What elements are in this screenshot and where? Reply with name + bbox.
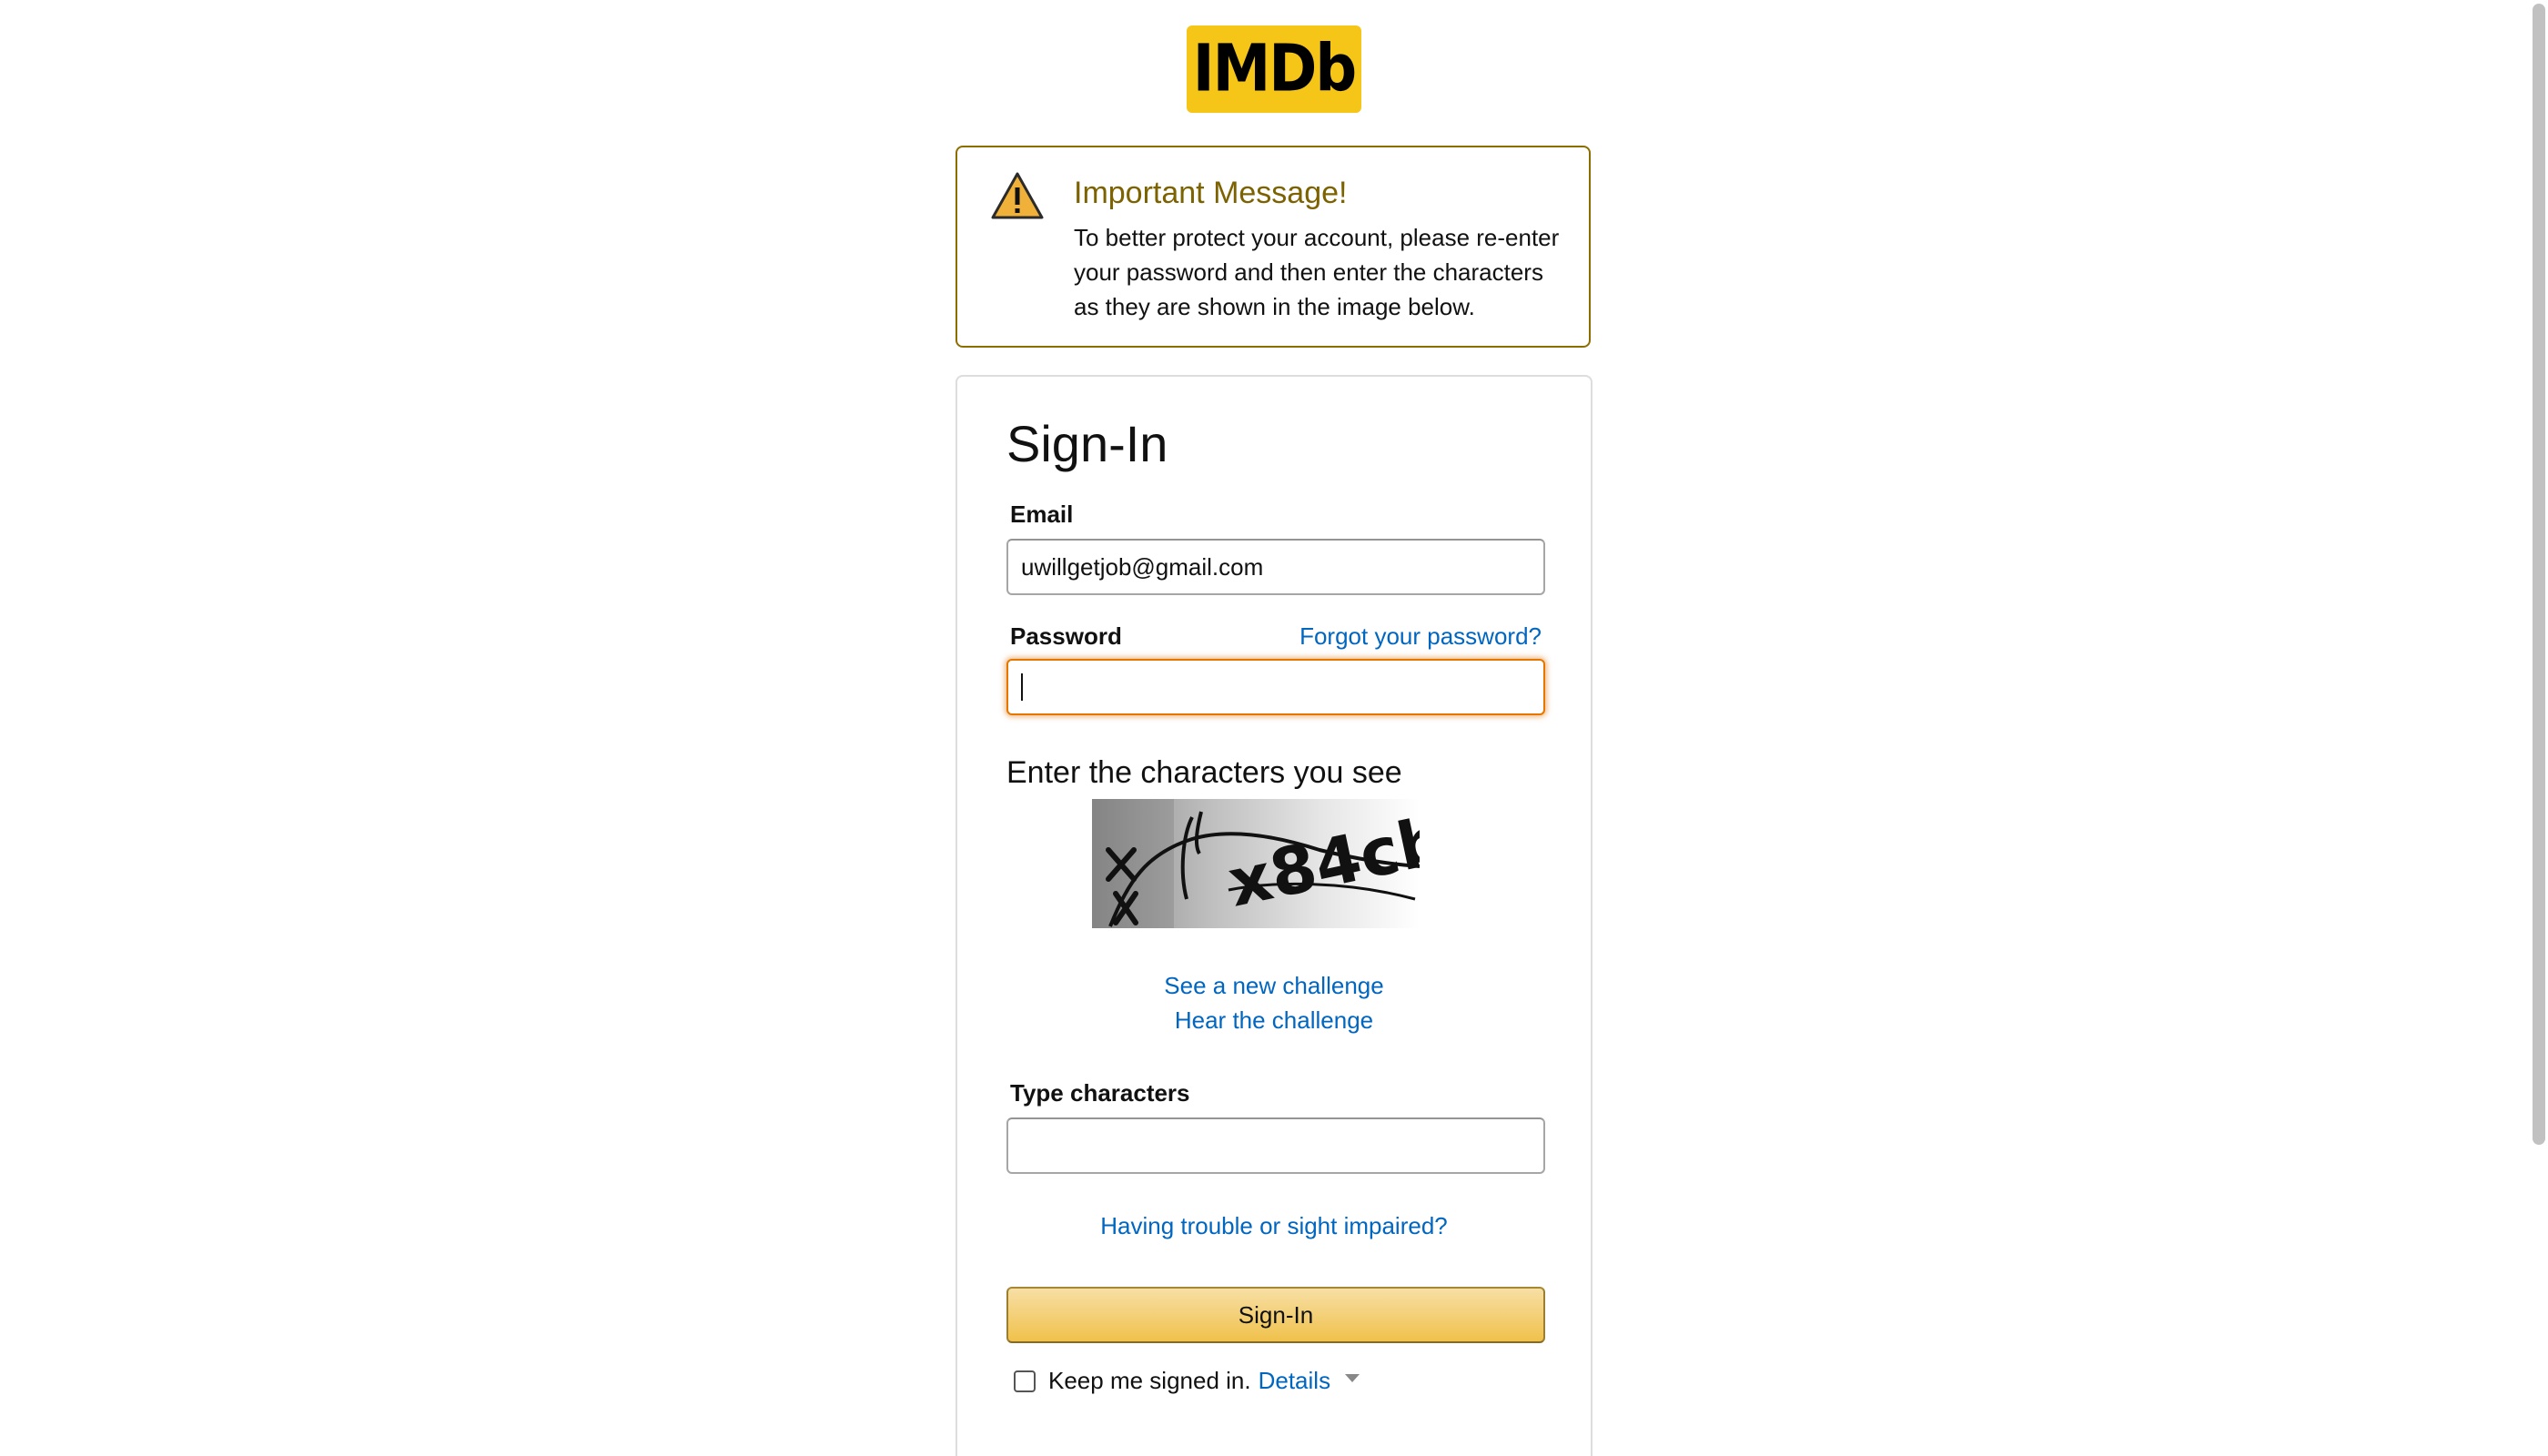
keep-signed-in-checkbox[interactable] (1014, 1370, 1036, 1392)
signin-form: Sign-In Email uwillgetjob@gmail.com Pass… (956, 375, 1592, 1456)
alert-title: Important Message! (1074, 176, 1348, 210)
imdb-logo[interactable]: IMDb (1187, 25, 1361, 113)
captcha-image: x84cb (1092, 799, 1420, 928)
hear-challenge-link[interactable]: Hear the challenge (1175, 1006, 1373, 1034)
email-value: uwillgetjob@gmail.com (1021, 552, 1264, 581)
scrollbar[interactable] (2528, 0, 2548, 1456)
captcha-input[interactable] (1006, 1117, 1545, 1174)
scrollbar-thumb[interactable] (2533, 4, 2545, 1145)
signin-title: Sign-In (1006, 415, 1168, 472)
challenge-links: See a new challenge Hear the challenge (957, 968, 1591, 1037)
page: IMDb Important Message! To better protec… (0, 0, 2548, 1456)
details-link[interactable]: Details (1259, 1367, 1330, 1395)
captcha-title: Enter the characters you see (1006, 755, 1402, 790)
keep-signed-in-label[interactable]: Keep me signed in. (1048, 1367, 1251, 1395)
alert-body: To better protect your account, please r… (1074, 224, 1560, 320)
important-message-alert: Important Message! To better protect you… (956, 146, 1591, 348)
sight-impaired-link[interactable]: Having trouble or sight impaired? (1100, 1212, 1448, 1239)
warning-icon (991, 172, 1044, 219)
email-label: Email (1010, 500, 1074, 528)
trouble-row: Having trouble or sight impaired? (957, 1212, 1591, 1240)
password-label: Password (1010, 622, 1122, 650)
text-caret (1021, 673, 1023, 701)
signin-button[interactable]: Sign-In (1006, 1287, 1545, 1343)
email-field[interactable]: uwillgetjob@gmail.com (1006, 539, 1545, 595)
new-challenge-link[interactable]: See a new challenge (1164, 972, 1383, 999)
password-field[interactable] (1006, 659, 1545, 715)
chevron-down-icon[interactable] (1345, 1374, 1360, 1382)
type-characters-label: Type characters (1010, 1079, 1190, 1107)
keep-signed-in-row: Keep me signed in. Details (1014, 1367, 1360, 1395)
forgot-password-link[interactable]: Forgot your password? (1299, 622, 1542, 651)
logo-text: IMDb (1192, 31, 1357, 107)
